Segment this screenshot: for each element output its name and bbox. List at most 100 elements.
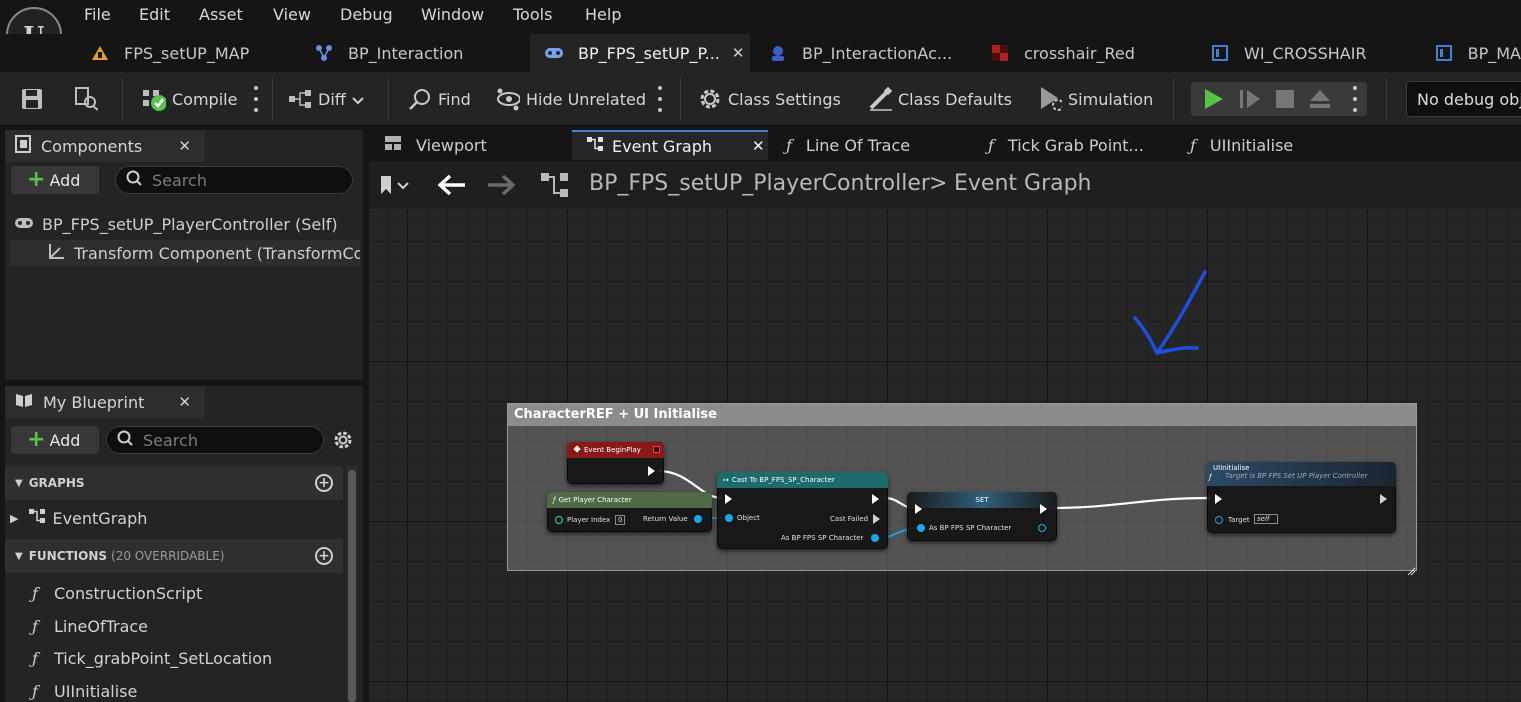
expand-arrow-icon: ▶ (10, 511, 19, 525)
close-icon[interactable]: ✕ (732, 44, 745, 62)
asset-tab-fps-map[interactable]: FPS_setUP_MAP (76, 34, 296, 72)
function-item-constructionscript[interactable]: ƒ ConstructionScript (32, 582, 342, 604)
delegate-pin-icon (653, 446, 660, 453)
find-options-icon[interactable] (657, 86, 663, 112)
tab-line-of-trace[interactable]: ƒ Line Of Trace (772, 130, 968, 160)
menu-tools[interactable]: Tools (513, 5, 552, 24)
player-index-pin[interactable] (555, 516, 563, 524)
asset-tab-wi-crosshair[interactable]: WI_CROSSHAIR (1196, 34, 1418, 72)
object-pin[interactable] (725, 514, 733, 522)
breadcrumb-current[interactable]: Event Graph (954, 171, 1092, 196)
diff-button[interactable]: Diff (288, 84, 364, 114)
save-button[interactable] (20, 84, 50, 114)
node-header: ƒ Get Player Character (547, 492, 712, 508)
forward-arrow-icon[interactable] (487, 174, 516, 200)
step-icon[interactable] (1239, 88, 1261, 114)
graphs-section-header[interactable]: ▼ GRAPHS + (5, 466, 343, 500)
components-add-button[interactable]: + Add (11, 166, 99, 194)
set-output-pin[interactable] (1038, 524, 1046, 532)
debug-object-select[interactable]: No debug object selected (1406, 81, 1521, 117)
menu-file[interactable]: File (84, 5, 111, 24)
asset-tab-bp-interaction-actor[interactable]: BP_InteractionAc... (754, 34, 976, 72)
tab-label: UIInitialise (1209, 135, 1294, 155)
class-settings-button[interactable]: Class Settings (698, 84, 841, 114)
hide-unrelated-button[interactable]: Hide Unrelated (496, 84, 646, 114)
tab-event-graph[interactable]: Event Graph ✕ (572, 130, 768, 160)
add-function-icon[interactable]: + (315, 547, 333, 565)
menu-view[interactable]: View (273, 5, 311, 24)
exec-out-pin[interactable] (1380, 494, 1387, 504)
exec-in-pin[interactable] (1215, 494, 1222, 504)
functions-section-header[interactable]: ▼ FUNCTIONS (20 OVERRIDABLE) + (5, 539, 343, 573)
asset-tab-bp-fps-setup[interactable]: BP_FPS_setUP_P... ✕ (530, 34, 750, 72)
find-button[interactable]: Find (408, 84, 471, 114)
as-character-pin[interactable] (871, 534, 879, 542)
tab-viewport[interactable]: Viewport (370, 130, 566, 160)
search-icon (117, 430, 133, 450)
asset-tab-bp-interaction[interactable]: BP_Interaction (300, 34, 526, 72)
components-title: Components (41, 136, 143, 156)
chevron-down-icon (352, 90, 364, 109)
menu-debug[interactable]: Debug (340, 5, 393, 24)
tab-uiinitialise[interactable]: ƒ UIInitialise (1176, 130, 1372, 160)
exec-out-pin[interactable] (1040, 504, 1047, 514)
components-search-input[interactable]: Search (115, 166, 353, 194)
stop-icon[interactable] (1275, 89, 1295, 113)
my-blueprint-add-button[interactable]: + Add (11, 426, 99, 454)
components-tab[interactable]: Components ✕ (5, 130, 205, 162)
node-header: ↦ Cast To BP_FPS_SP_Character (717, 472, 888, 488)
plus-icon: + (27, 167, 46, 192)
compile-options-icon[interactable] (253, 86, 259, 112)
return-value-pin[interactable] (694, 515, 702, 523)
target-value[interactable]: self (1254, 514, 1278, 524)
cast-icon: ↦ (723, 476, 729, 484)
play-icon[interactable] (1203, 88, 1225, 114)
eject-icon[interactable] (1309, 89, 1331, 113)
toolbar-divider (680, 78, 681, 120)
target-pin[interactable] (1215, 516, 1223, 524)
asset-tab-crosshair-red[interactable]: crosshair_Red (976, 34, 1192, 72)
asset-tab-label: BP_FPS_setUP_P... (578, 43, 720, 63)
player-index-value[interactable]: 0 (615, 515, 626, 525)
menu-edit[interactable]: Edit (139, 5, 170, 24)
menu-asset[interactable]: Asset (199, 5, 243, 24)
breadcrumb-root[interactable]: BP_FPS_setUP_PlayerController (589, 171, 930, 196)
class-defaults-button[interactable]: Class Defaults (868, 84, 1012, 114)
exec-out-pin[interactable] (648, 466, 655, 476)
asset-tab-bp-ma[interactable]: BP_MA (1420, 34, 1521, 72)
exec-out-pin[interactable] (872, 494, 879, 504)
function-item-tick-grabpoint[interactable]: ƒ Tick_grabPoint_SetLocation (32, 647, 342, 669)
gear-icon[interactable] (333, 430, 353, 454)
menu-help[interactable]: Help (585, 5, 621, 24)
node-title: SET (975, 496, 989, 504)
add-graph-icon[interactable]: + (315, 474, 333, 492)
compile-button[interactable]: Compile (142, 84, 237, 114)
close-icon[interactable]: ✕ (178, 393, 191, 411)
my-blueprint-title: My Blueprint (43, 392, 145, 412)
close-icon[interactable]: ✕ (178, 137, 191, 155)
scrollbar-thumb[interactable] (348, 470, 356, 702)
simulation-button[interactable]: Simulation (1038, 84, 1153, 114)
my-blueprint-tab[interactable]: My Blueprint ✕ (5, 386, 205, 418)
exec-in-pin[interactable] (725, 494, 732, 504)
component-transform[interactable]: Transform Component (TransformComponent0… (10, 240, 360, 266)
function-icon: ƒ (32, 648, 38, 668)
play-options-icon[interactable] (1352, 86, 1358, 112)
graph-item-eventgraph[interactable]: ▶ EventGraph (10, 507, 340, 529)
pin-label: Player Index (567, 516, 611, 524)
diff-label: Diff (318, 89, 346, 109)
simulation-label: Simulation (1068, 89, 1154, 109)
bookmark-icon[interactable] (378, 174, 410, 200)
set-value-pin[interactable] (917, 524, 925, 532)
exec-in-pin[interactable] (915, 504, 922, 514)
back-arrow-icon[interactable] (437, 174, 466, 200)
tab-tick-grab-point[interactable]: ƒ Tick Grab Point... (974, 130, 1170, 160)
function-item-lineoftrace[interactable]: ƒ LineOfTrace (32, 615, 342, 637)
my-blueprint-search-input[interactable]: Search (106, 426, 324, 454)
component-self[interactable]: BP_FPS_setUP_PlayerController (Self) (14, 213, 360, 235)
function-item-uiinitialise[interactable]: ƒ UIInitialise (32, 680, 342, 702)
browse-button[interactable] (74, 84, 104, 114)
close-icon[interactable]: ✕ (752, 137, 765, 155)
menu-window[interactable]: Window (421, 5, 484, 24)
cast-failed-pin[interactable] (873, 514, 880, 524)
